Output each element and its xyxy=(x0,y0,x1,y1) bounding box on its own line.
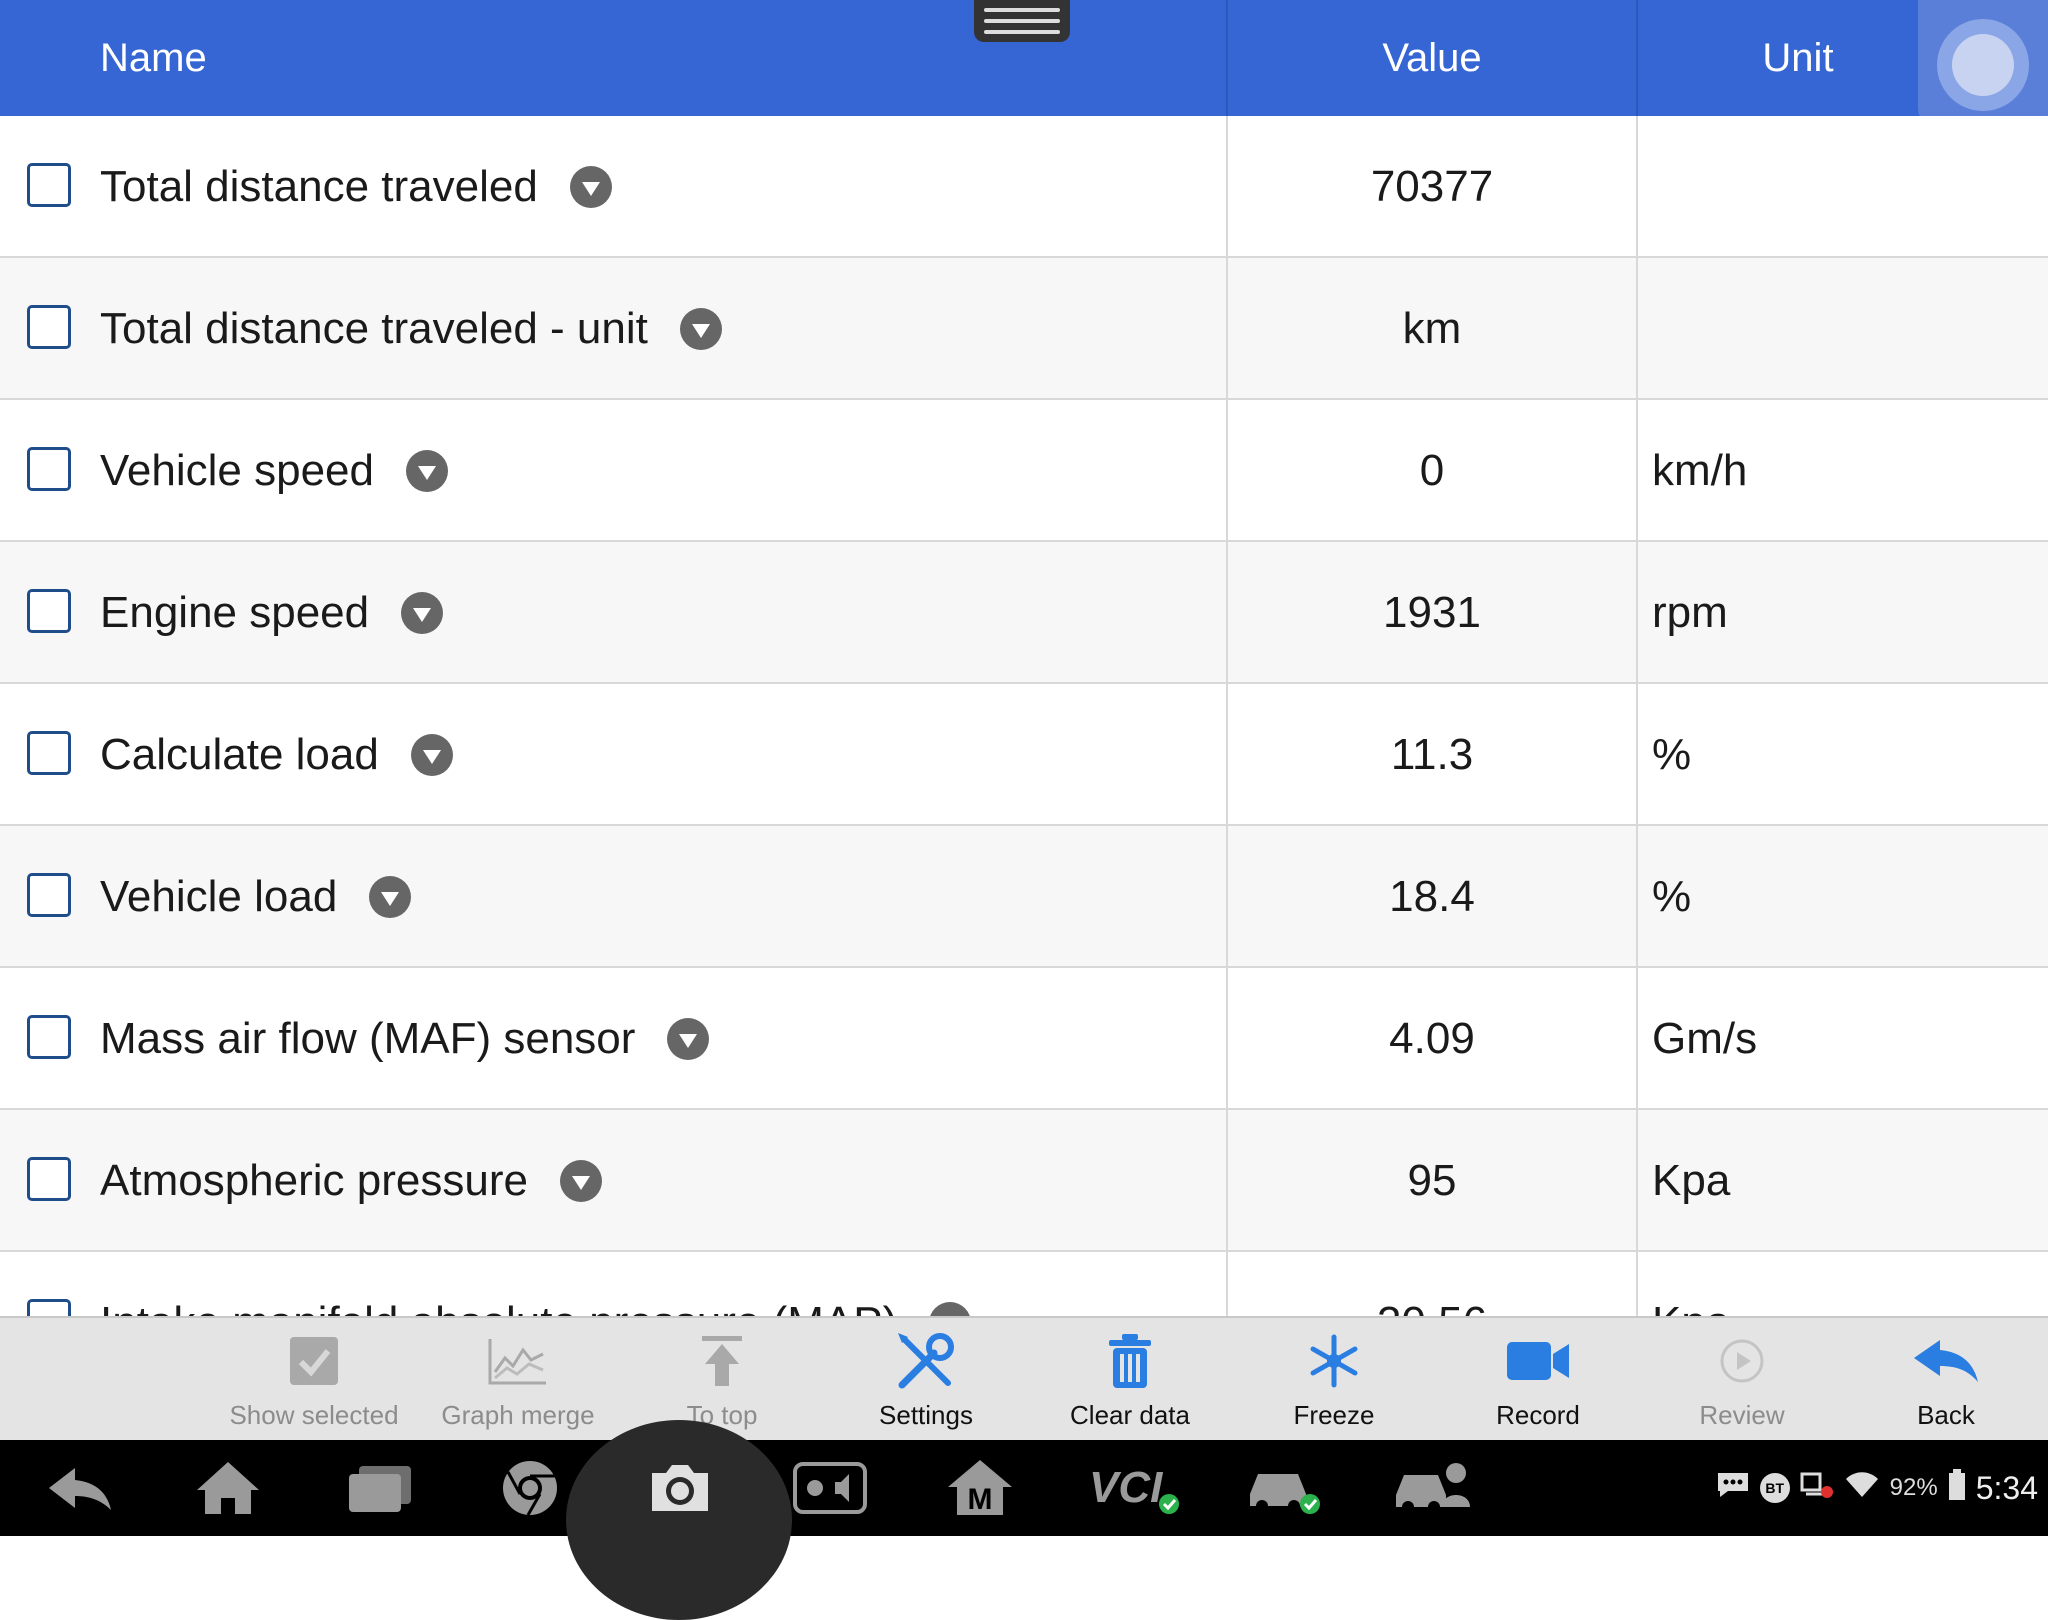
wifi-icon xyxy=(1844,1471,1880,1506)
row-checkbox[interactable] xyxy=(27,447,71,491)
graph-icon xyxy=(487,1326,549,1396)
row-unit xyxy=(1636,116,2048,258)
row-unit: % xyxy=(1636,684,2048,826)
dropdown-icon[interactable] xyxy=(401,592,444,634)
row-value: 95 xyxy=(1226,1110,1636,1252)
row-unit xyxy=(1636,258,2048,400)
table-row[interactable]: Engine speed 1931 rpm xyxy=(0,542,2048,684)
battery-icon xyxy=(1948,1468,1966,1508)
row-name: Vehicle speed xyxy=(100,446,374,495)
dropdown-icon[interactable] xyxy=(667,1018,710,1060)
home-icon[interactable] xyxy=(180,1448,276,1528)
to-top-button[interactable]: To top xyxy=(620,1318,824,1440)
dropdown-icon[interactable] xyxy=(679,308,722,350)
vci-icon[interactable]: VCI xyxy=(1082,1448,1192,1528)
row-checkbox[interactable] xyxy=(27,1015,71,1059)
m-icon[interactable]: M xyxy=(932,1448,1028,1528)
dropdown-icon[interactable] xyxy=(369,876,412,918)
dropdown-icon[interactable] xyxy=(569,166,612,208)
table-row[interactable]: Vehicle speed 0 km/h xyxy=(0,400,2048,542)
table-row[interactable]: Mass air flow (MAF) sensor 4.09 Gm/s xyxy=(0,968,2048,1110)
row-name: Total distance traveled - unit xyxy=(100,304,648,353)
row-checkbox[interactable] xyxy=(27,1157,71,1201)
row-unit: % xyxy=(1636,826,2048,968)
row-checkbox[interactable] xyxy=(27,589,71,633)
table-row[interactable]: Total distance traveled - unit km xyxy=(0,258,2048,400)
table-row[interactable]: Atmospheric pressure 95 Kpa xyxy=(0,1110,2048,1252)
settings-button[interactable]: Settings xyxy=(824,1318,1028,1440)
back-arrow-icon[interactable] xyxy=(32,1448,128,1528)
row-value: 11.3 xyxy=(1226,684,1636,826)
bottom-toolbar: Show selected Graph merge To top Setting… xyxy=(0,1316,2048,1440)
row-name: Engine speed xyxy=(100,588,370,637)
graph-merge-button[interactable]: Graph merge xyxy=(416,1318,620,1440)
row-checkbox[interactable] xyxy=(27,305,71,349)
table-row[interactable]: Intake manifold absolute pressure (MAP) … xyxy=(0,1252,2048,1316)
row-value: 30.56 xyxy=(1226,1252,1636,1316)
row-checkbox[interactable] xyxy=(27,1299,71,1316)
freeze-button[interactable]: Freeze xyxy=(1232,1318,1436,1440)
chat-icon xyxy=(1716,1471,1750,1506)
row-name: Mass air flow (MAF) sensor xyxy=(100,1014,636,1063)
clock: 5:34 xyxy=(1975,1469,2038,1506)
review-button[interactable]: Review xyxy=(1640,1318,1844,1440)
dropdown-icon[interactable] xyxy=(559,1160,602,1202)
header-value: Value xyxy=(1226,0,1636,116)
video-camera-icon xyxy=(1505,1326,1571,1396)
camera-icon[interactable] xyxy=(632,1448,728,1528)
checkbox-checked-icon xyxy=(287,1326,341,1396)
record-button[interactable]: Record xyxy=(1436,1318,1640,1440)
battery-level: 92% xyxy=(1889,1474,1938,1501)
row-value: 0 xyxy=(1226,400,1636,542)
row-value: km xyxy=(1226,258,1636,400)
clear-data-button[interactable]: Clear data xyxy=(1028,1318,1232,1440)
snowflake-icon xyxy=(1307,1326,1361,1396)
assistive-touch-button[interactable] xyxy=(1918,0,2048,130)
recent-apps-icon[interactable] xyxy=(332,1448,428,1528)
row-checkbox[interactable] xyxy=(27,163,71,207)
row-checkbox[interactable] xyxy=(27,873,71,917)
row-unit: rpm xyxy=(1636,542,2048,684)
svg-text:M: M xyxy=(968,1483,993,1516)
play-circle-icon xyxy=(1719,1326,1765,1396)
row-value: 18.4 xyxy=(1226,826,1636,968)
trash-icon xyxy=(1106,1326,1154,1396)
row-checkbox[interactable] xyxy=(27,731,71,775)
car-service-icon[interactable] xyxy=(1386,1448,1482,1528)
dropdown-icon[interactable] xyxy=(406,450,448,492)
back-button[interactable]: Back xyxy=(1844,1318,2048,1440)
dropdown-icon[interactable] xyxy=(410,734,453,776)
dropdown-icon[interactable] xyxy=(929,1302,972,1316)
row-value: 4.09 xyxy=(1226,968,1636,1110)
row-name: Calculate load xyxy=(100,730,379,779)
svg-text:VCI: VCI xyxy=(1089,1463,1163,1512)
data-stream-table[interactable]: Total distance traveled 70377 Total dist… xyxy=(0,116,2048,1316)
bluetooth-badge-icon: BT xyxy=(1759,1473,1790,1503)
wrench-screwdriver-icon xyxy=(894,1326,958,1396)
show-selected-button[interactable]: Show selected xyxy=(212,1318,416,1440)
row-name: Atmospheric pressure xyxy=(100,1156,528,1205)
row-name: Vehicle load xyxy=(100,872,338,921)
brightness-volume-icon[interactable] xyxy=(782,1448,878,1528)
system-nav-bar: M VCI BT 92% 5:34 xyxy=(0,1420,2048,1620)
row-unit: km/h xyxy=(1636,400,2048,542)
chrome-icon[interactable] xyxy=(482,1448,578,1528)
table-row[interactable]: Calculate load 11.3 % xyxy=(0,684,2048,826)
back-arrow-icon xyxy=(1910,1326,1982,1396)
table-row[interactable]: Vehicle load 18.4 % xyxy=(0,826,2048,968)
row-value: 70377 xyxy=(1226,116,1636,258)
row-unit: Kpa xyxy=(1636,1252,2048,1316)
network-error-icon xyxy=(1800,1470,1834,1507)
row-value: 1931 xyxy=(1226,542,1636,684)
row-unit: Gm/s xyxy=(1636,968,2048,1110)
drag-handle[interactable] xyxy=(974,0,1070,42)
row-unit: Kpa xyxy=(1636,1110,2048,1252)
table-row[interactable]: Total distance traveled 70377 xyxy=(0,116,2048,258)
arrow-up-icon xyxy=(699,1326,745,1396)
row-name: Total distance traveled xyxy=(100,162,538,211)
row-name: Intake manifold absolute pressure (MAP) xyxy=(100,1298,897,1316)
status-area: BT 92% 5:34 xyxy=(1716,1440,2038,1536)
car-check-icon[interactable] xyxy=(1236,1448,1332,1528)
